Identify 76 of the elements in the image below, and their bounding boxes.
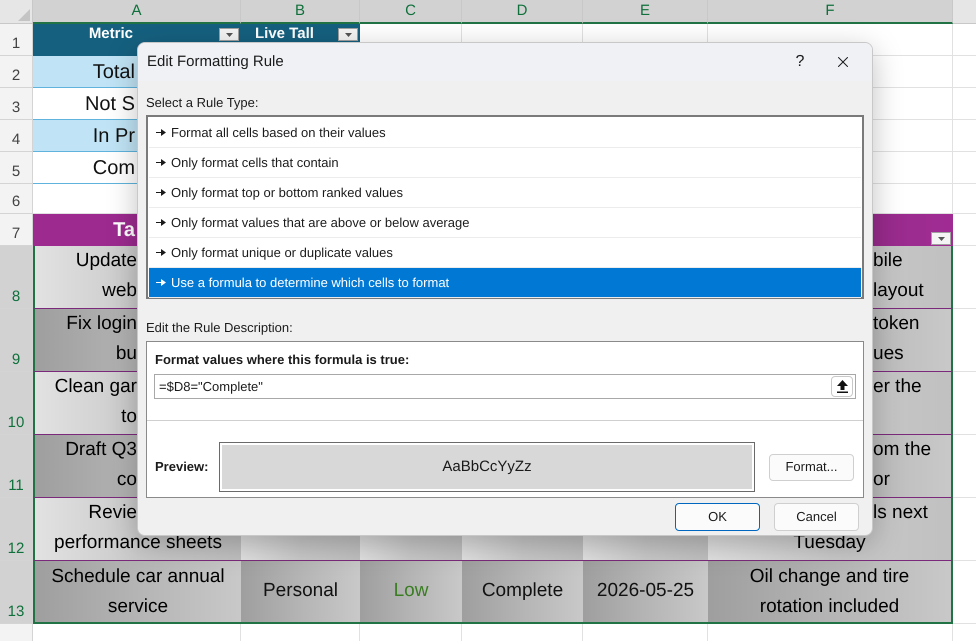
column-header[interactable]: F — [708, 0, 953, 24]
caret-icon — [344, 32, 352, 36]
cell-text: er the — [873, 375, 923, 399]
cell-text: service — [106, 594, 170, 618]
formula-input[interactable]: =$D8="Complete" — [154, 374, 856, 399]
column-header[interactable]: D — [462, 0, 583, 24]
table-cell: Low — [360, 561, 462, 624]
cell-text: Oil change and tire — [748, 564, 910, 588]
rule-type-item[interactable]: Format all cells based on their values — [149, 118, 861, 148]
cell-text: co — [116, 468, 137, 492]
cell-text: web — [101, 279, 137, 303]
row-number[interactable]: 2 — [0, 56, 33, 88]
row-number[interactable]: 13 — [0, 561, 33, 624]
filter-button[interactable] — [338, 28, 358, 41]
table-cell: 2026-05-25 — [583, 561, 708, 624]
format-button[interactable]: Format... — [769, 454, 854, 480]
cell-text: Clean gar — [54, 375, 137, 399]
arrow-icon — [156, 129, 166, 136]
cell-text: layout — [873, 279, 925, 303]
arrow-icon — [156, 189, 166, 196]
cell-text: or — [873, 468, 891, 492]
cell-text: rotation included — [758, 594, 900, 618]
row-number[interactable]: 7 — [0, 214, 33, 246]
cell-text: ues — [873, 342, 905, 366]
column-header[interactable]: C — [360, 0, 462, 24]
rule-type-item[interactable]: Only format top or bottom ranked values — [149, 178, 861, 208]
arrow-icon — [156, 159, 166, 166]
cell-text: Update — [74, 249, 137, 273]
cell-text: performance sheets — [53, 531, 223, 555]
help-button[interactable]: ? — [780, 47, 820, 77]
filter-button[interactable] — [931, 232, 951, 245]
cell-text: token — [873, 312, 920, 336]
cell-text: bu — [114, 342, 137, 366]
section-label: Edit the Rule Description: — [146, 320, 294, 336]
cell-text: om the — [873, 438, 932, 462]
cell-text: Tuesday — [792, 531, 867, 555]
row-number[interactable]: 5 — [0, 152, 33, 184]
row-number[interactable]: 8 — [0, 246, 33, 309]
arrow-icon — [156, 219, 166, 226]
row-number[interactable]: 6 — [0, 184, 33, 214]
arrow-icon — [156, 249, 166, 256]
upload-icon — [836, 380, 848, 393]
formula-label: Format values where this formula is true: — [155, 352, 410, 368]
caret-icon — [226, 32, 232, 36]
dialog-button[interactable]: OK — [675, 503, 760, 531]
row-number[interactable]: 3 — [0, 88, 33, 120]
row-number[interactable]: 11 — [0, 435, 33, 498]
table-cell: Personal — [241, 561, 360, 624]
arrow-icon — [156, 279, 166, 286]
cell-text: Schedule car annual — [50, 564, 226, 588]
row-number[interactable]: 4 — [0, 120, 33, 152]
caret-icon — [938, 236, 944, 240]
preview-text: AaBbCcYyZz — [442, 456, 532, 477]
rule-type-item[interactable]: Use a formula to determine which cells to format — [149, 268, 861, 298]
collapse-button[interactable] — [831, 376, 853, 397]
row-header-blank — [0, 624, 33, 641]
column-header[interactable]: A — [33, 0, 241, 24]
cell-text: Draft Q3 — [64, 438, 137, 462]
dialog-button[interactable]: Cancel — [774, 503, 859, 531]
cell-text: bile — [873, 249, 904, 273]
cell-text: Fix login — [65, 312, 137, 336]
cell-text: Revie — [87, 501, 137, 525]
row-number[interactable]: 9 — [0, 309, 33, 372]
row-number[interactable]: 12 — [0, 498, 33, 561]
column-header[interactable]: E — [583, 0, 708, 24]
row-number[interactable]: 10 — [0, 372, 33, 435]
row-number[interactable]: 1 — [0, 24, 33, 56]
column-header-filler — [953, 0, 976, 24]
column-header[interactable]: B — [241, 0, 360, 24]
rule-type-item[interactable]: Only format cells that contain — [149, 148, 861, 178]
cell-text: to — [120, 405, 137, 429]
filter-button[interactable] — [219, 28, 239, 41]
preview-label: Preview: — [155, 458, 210, 476]
rule-type-item[interactable]: Only format values that are above or below average — [149, 208, 861, 238]
table-cell: Complete — [462, 561, 583, 624]
cell-text: ls next — [873, 501, 929, 525]
